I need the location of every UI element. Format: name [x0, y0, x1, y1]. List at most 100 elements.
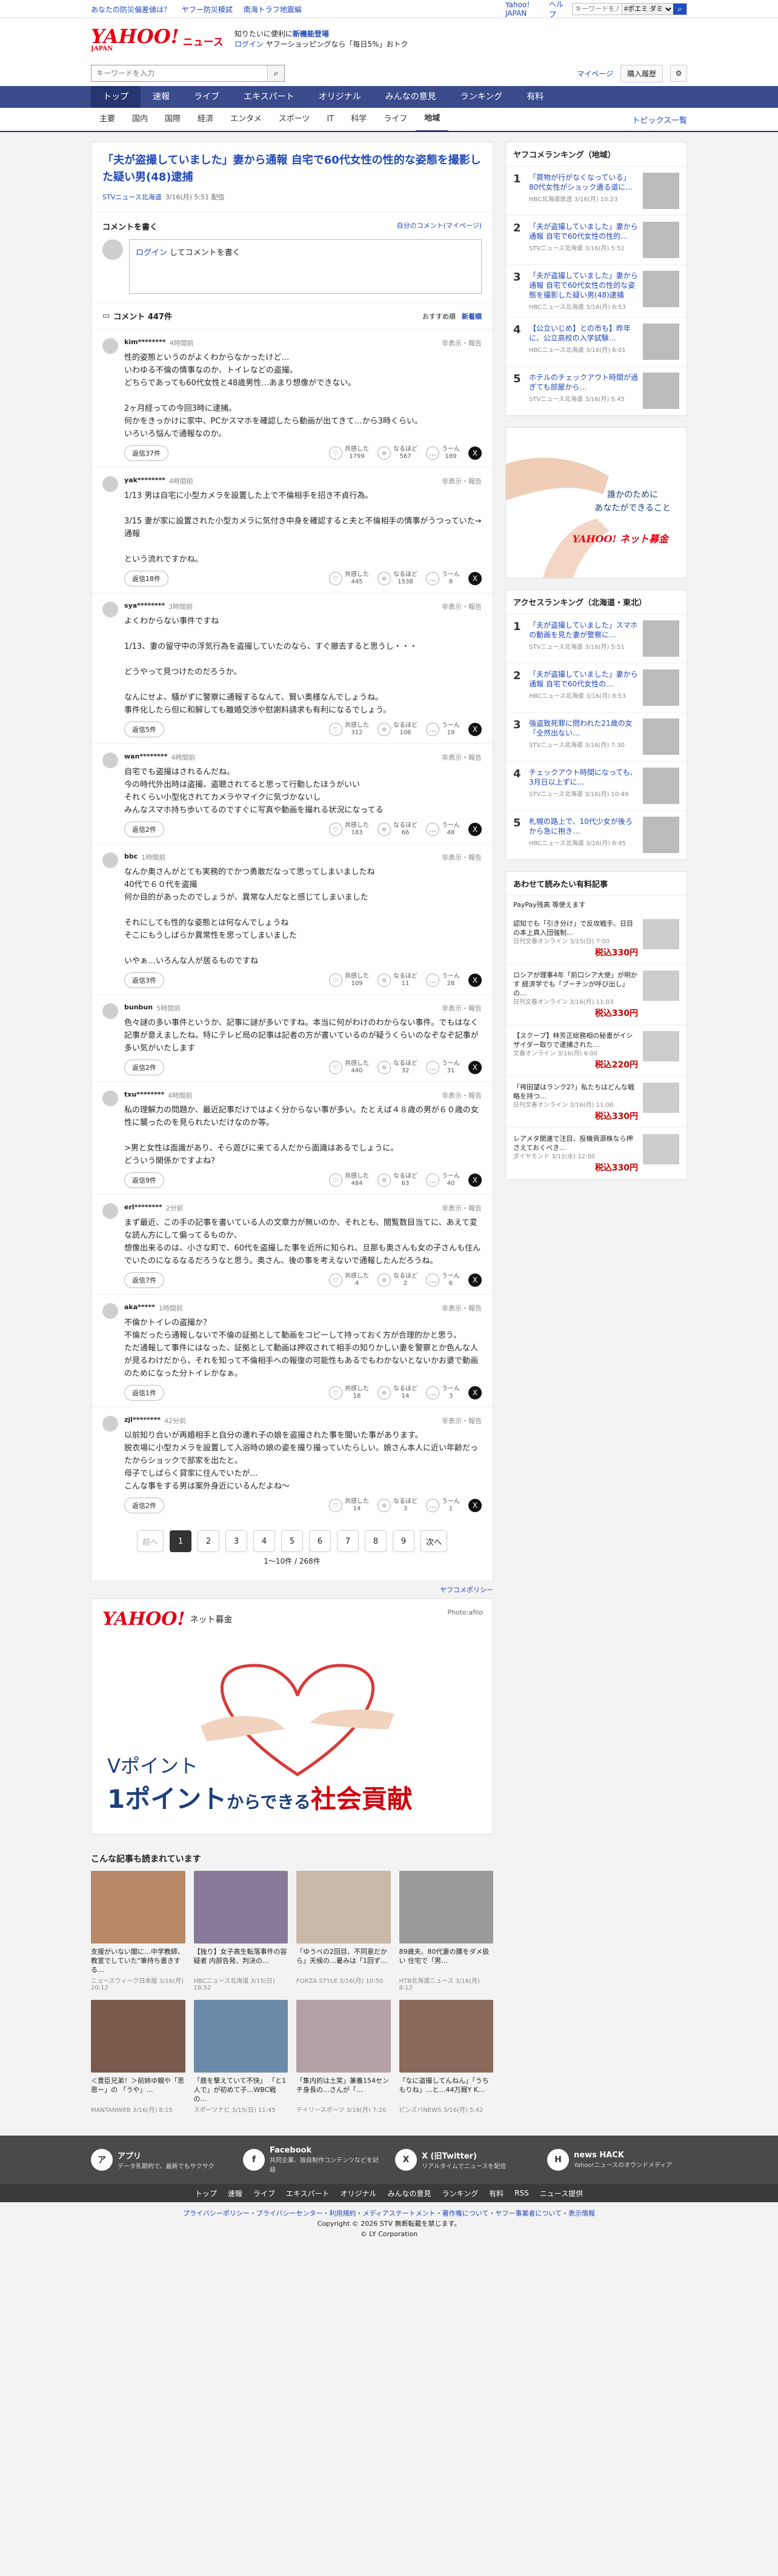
gear-icon[interactable]: ⚙	[670, 65, 687, 82]
article-thumbnail[interactable]	[399, 2000, 493, 2073]
page-1-button[interactable]: 1	[170, 1530, 191, 1552]
rank-thumbnail[interactable]	[643, 271, 679, 307]
page-4-button[interactable]: 4	[253, 1530, 275, 1552]
insight-button[interactable]: ☼ なるほど 32	[377, 1060, 417, 1075]
gnav-item[interactable]: エキスパート	[231, 86, 307, 108]
rank-title[interactable]: 札幌の路上で、10代少女が後ろから急に抱き…	[529, 817, 638, 836]
report-link[interactable]: 非表示・報告	[442, 1003, 482, 1013]
empathy-button[interactable]: ♡ 共感した 445	[329, 571, 369, 586]
rank-title[interactable]: チェックアウト時間になっても、3月日以上ずに…	[529, 768, 638, 787]
related-title[interactable]: 支援がいない闇に…中学教師、教室でしていた"筆持ち書きする…	[91, 1947, 185, 1974]
footer-channel[interactable]: f Facebook 共同企業、独自制作コンテンツなどを記録	[243, 2146, 383, 2174]
ranking-item[interactable]: 5 ホテルのチェックアウト時間が過ぎても部屋から… STVニュース北海道 3/16(…	[506, 367, 687, 416]
footer-channel[interactable]: XX (旧Twitter) リアルタイムでニュースを配信	[395, 2149, 535, 2171]
x-share-icon[interactable]: X	[468, 1061, 482, 1074]
hmm-button[interactable]: … うーん 31	[426, 1060, 460, 1075]
paid-article[interactable]: 認知でも「引き分け」で反攻戦手、日目の本上真入団強制… 日刊文春オンライン 3/1…	[506, 913, 687, 964]
insight-button[interactable]: ☼ なるほど 63	[377, 1173, 417, 1187]
hmm-button[interactable]: … うーん 28	[426, 973, 460, 988]
sort-newest[interactable]: 新着順	[462, 311, 482, 321]
x-share-icon[interactable]: X	[468, 1273, 482, 1287]
empathy-button[interactable]: ♡ 共感した 1799	[329, 446, 369, 460]
insight-button[interactable]: ☼ なるほど 14	[377, 1386, 417, 1400]
related-article[interactable]: 「鹿を撃えていて不快」 「と1人で」が初めて子…WBC戦の… スポーツナビ 3/1…	[193, 2000, 288, 2114]
rank-title[interactable]: ホテルのチェックアウト時間が過ぎても部屋から…	[529, 373, 638, 392]
ranking-item[interactable]: 2 「夫が盗撮していました」妻から通報 自宅で60代女性の… HBCニュース北海道 …	[506, 663, 687, 712]
insight-button[interactable]: ☼ なるほど 11	[377, 973, 417, 988]
comment-login-link[interactable]: ログイン	[136, 248, 167, 257]
rank-title[interactable]: 「夫が盗撮していました」妻から通報 自宅で60代女性の性的な姿態を撮影した疑い男…	[529, 271, 638, 300]
help-link[interactable]: ヘルプ	[549, 0, 566, 19]
related-article[interactable]: 89歳夫、80代妻の腰をダメ扱い 住宅で「男… HTB北海道ニュース 3/16(月…	[399, 1871, 494, 1991]
paid-title[interactable]: ロシアが理事4年「前口シア大使」が明かす 経済学でも「プーチンが呼び出し」の…	[513, 971, 638, 998]
footer-channel[interactable]: アアプリ データ乳節約で、最新でもサクサク	[91, 2149, 231, 2171]
tab-7[interactable]: 科学	[342, 108, 375, 131]
ranking-item[interactable]: 2 「夫が盗撮していました」妻から通報 自宅で60代女性の性的… STVニュース北海…	[506, 216, 687, 265]
avatar[interactable]	[102, 1003, 118, 1019]
replies-button[interactable]: 返信7件	[124, 1272, 164, 1288]
related-title[interactable]: 「ゆうべの2回目、不同意だから」天候の…暑みは「1回ず…	[296, 1947, 391, 1974]
x-share-icon[interactable]: X	[468, 446, 482, 460]
yahoo-news-logo[interactable]: YAHOO! JAPAN ニュース	[91, 27, 224, 52]
web-search-input[interactable]	[573, 4, 621, 15]
report-link[interactable]: 非表示・報告	[442, 1416, 482, 1426]
disaster-quiz-link[interactable]: あなたの防災偏差値は？	[91, 5, 171, 14]
report-link[interactable]: 非表示・報告	[442, 1303, 482, 1313]
page-6-button[interactable]: 6	[309, 1530, 331, 1552]
related-title[interactable]: 「集内的は土笑」兼養154センチ身長の…さんが「…	[296, 2076, 391, 2103]
replies-button[interactable]: 返信5件	[124, 722, 164, 737]
avatar[interactable]	[102, 602, 118, 617]
article-thumbnail[interactable]	[91, 1871, 185, 1944]
paid-thumbnail[interactable]	[643, 919, 679, 949]
topics-list-link[interactable]: トピックス一覧	[632, 114, 687, 125]
comment-user[interactable]: wan********	[124, 752, 167, 762]
related-article[interactable]: ＜豊臣兄弟！＞前姉ゆ親や「思恩ー」の 「うや」… MANTANWEB 3/16(月…	[91, 2000, 185, 2114]
footer-nav-item[interactable]: RSS	[514, 2189, 529, 2197]
page-3-button[interactable]: 3	[225, 1530, 247, 1552]
paid-thumbnail[interactable]	[643, 1031, 679, 1061]
article-thumbnail[interactable]	[193, 2000, 288, 2073]
comment-user[interactable]: txu********	[124, 1090, 164, 1100]
ranking-item[interactable]: 3 「夫が盗撮していました」妻から通報 自宅で60代女性の性的な姿態を撮影した疑い…	[506, 265, 687, 317]
rank-thumbnail[interactable]	[643, 768, 679, 804]
related-title[interactable]: 「鹿を撃えていて不快」 「と1人で」が初めて子…WBC戦の…	[194, 2076, 288, 2103]
news-search-input[interactable]	[91, 65, 267, 81]
insight-button[interactable]: ☼ なるほど 2	[377, 1273, 417, 1287]
ranking-item[interactable]: 4 チェックアウト時間になっても、3月日以上ずに… STVニュース北海道 3/16(…	[506, 762, 687, 811]
related-title[interactable]: 89歳夫、80代妻の腰をダメ扱い 住宅で「男…	[399, 1947, 494, 1974]
report-link[interactable]: 非表示・報告	[442, 338, 482, 348]
footer-nav-item[interactable]: エキスパート	[286, 2188, 330, 2199]
report-link[interactable]: 非表示・報告	[442, 1090, 482, 1100]
empathy-button[interactable]: ♡ 共感した 484	[329, 1173, 369, 1187]
empathy-button[interactable]: ♡ 共感した 14	[329, 1498, 369, 1513]
footer-nav-item[interactable]: オリジナル	[341, 2188, 377, 2199]
hmm-button[interactable]: … うーん 189	[426, 446, 460, 460]
footer-nav-item[interactable]: トップ	[195, 2188, 217, 2199]
login-link[interactable]: ログイン	[234, 40, 264, 48]
insight-button[interactable]: ☼ なるほど 567	[377, 446, 417, 460]
paid-article[interactable]: 【スクープ】林芳正総務相の秘書がイシザイダー取りで逮捕された… 文春オンライン 3…	[506, 1025, 687, 1077]
avatar[interactable]	[102, 752, 118, 768]
ranking-item[interactable]: 3 強盗致死罪に問われた21歳の女「全然出ない… STVニュース北海道 3/16(月…	[506, 712, 687, 762]
related-title[interactable]: ＜豊臣兄弟！＞前姉ゆ親や「思恩ー」の 「うや」…	[91, 2076, 185, 2103]
legal-links[interactable]: プライバシーポリシー・プライバシーセンター・利用規約・メディアステートメント・著…	[183, 2209, 595, 2217]
comment-user[interactable]: erl********	[124, 1203, 162, 1213]
tab-1[interactable]: 国内	[124, 108, 156, 131]
hmm-button[interactable]: … うーん 3	[426, 1386, 460, 1400]
prev-page-button[interactable]: 前へ	[136, 1530, 164, 1552]
footer-nav-item[interactable]: みんなの意見	[388, 2188, 431, 2199]
ranking-item[interactable]: 1 「買物が行がなくなっている」80代女性がショック遺る道に… HBC北海道放送 3…	[506, 167, 687, 216]
paid-title[interactable]: 【スクープ】林芳正総務相の秘書がイシザイダー取りで逮捕された…	[513, 1031, 638, 1049]
tab-0[interactable]: 主要	[91, 108, 124, 131]
comment-user[interactable]: bbc	[124, 852, 138, 862]
rank-thumbnail[interactable]	[643, 669, 679, 706]
hmm-button[interactable]: … うーん 8	[426, 571, 460, 586]
scope-select[interactable]: #ポエミ ダミ	[621, 4, 673, 15]
avatar[interactable]	[102, 1416, 118, 1432]
rank-thumbnail[interactable]	[643, 222, 679, 258]
avatar[interactable]	[102, 1303, 118, 1319]
tab-6[interactable]: IT	[318, 108, 342, 131]
comment-user[interactable]: kim********	[124, 338, 166, 348]
page-9-button[interactable]: 9	[393, 1530, 414, 1552]
rank-thumbnail[interactable]	[643, 373, 679, 409]
